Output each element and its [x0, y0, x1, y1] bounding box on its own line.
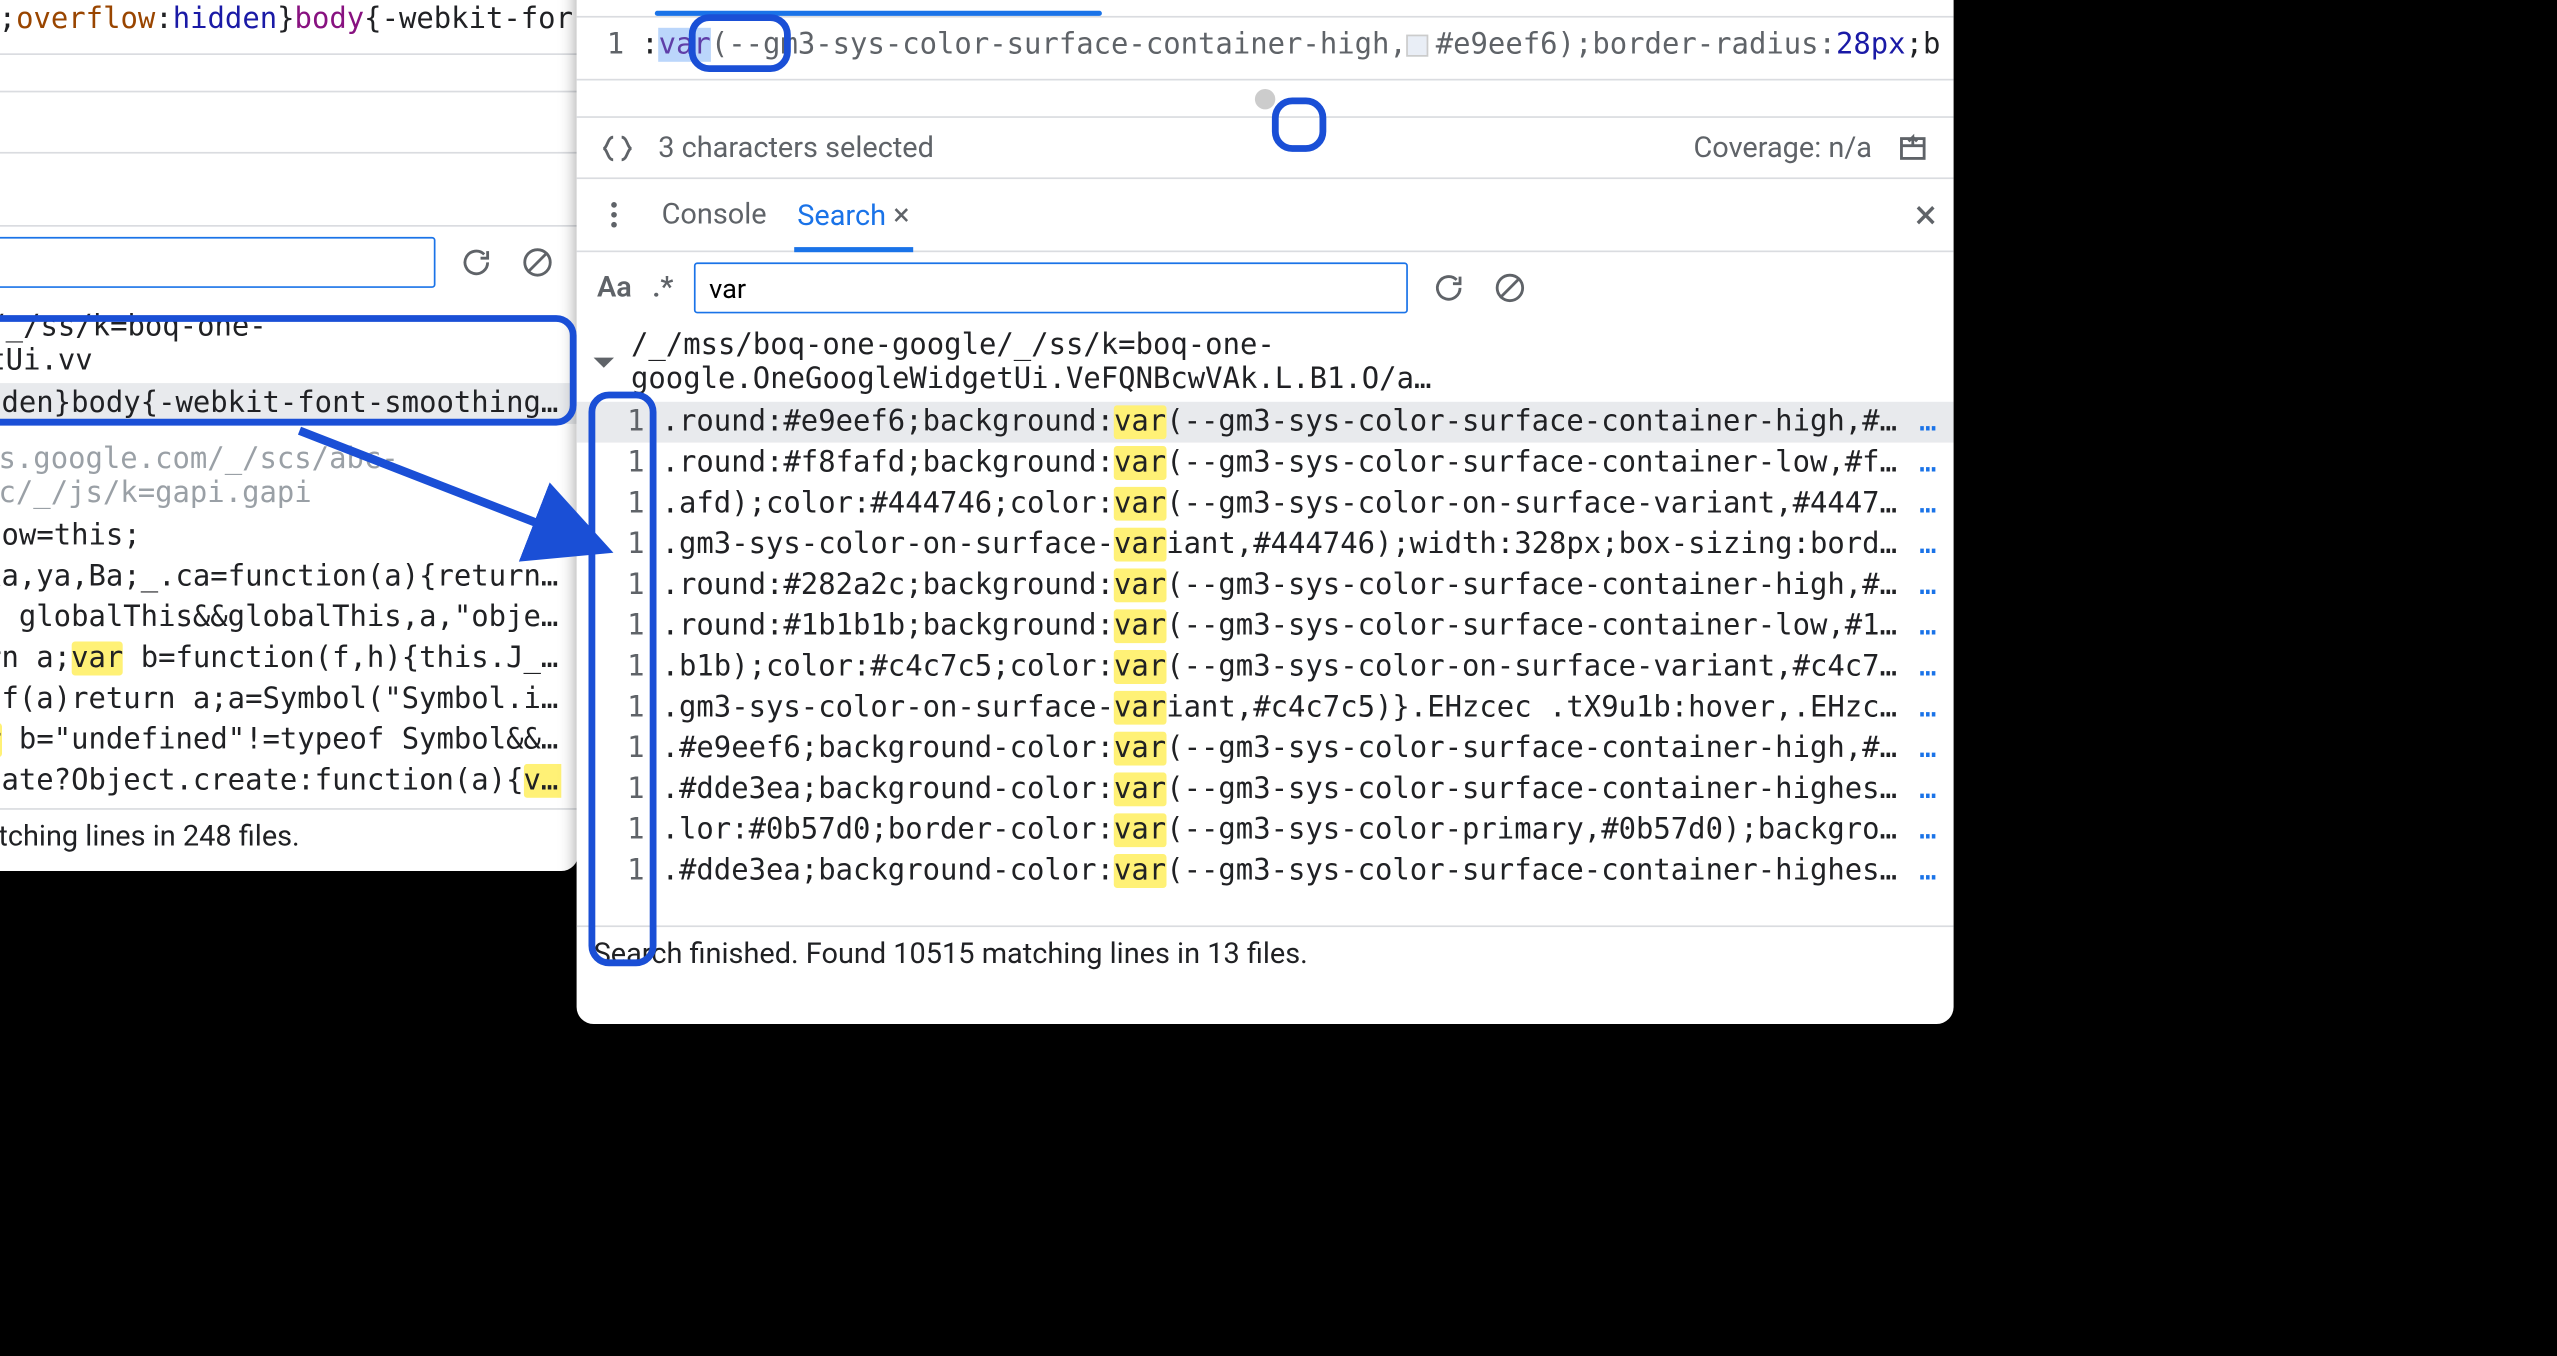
result-row[interactable]: 3…a=["object"==typeof globalThis&&global…: [0, 597, 578, 638]
search-results: /_/mss/boq-one-google/_/ss/k=boq-one-goo…: [577, 324, 1954, 926]
search-controls: Aa .*: [577, 252, 1954, 323]
drawer-tab-search[interactable]: Search ×: [794, 180, 913, 250]
result-row[interactable]: 4…ction(a){if(a)return a;var b=function(…: [0, 638, 578, 679]
search-footer: Search finished. Found 10515 matching li…: [577, 925, 1954, 981]
code-line: html,body{height:100%;overflow:hidden}bo…: [0, 0, 578, 40]
result-row[interactable]: 1…unction(_){var window=this;: [0, 516, 578, 557]
breakpoint-dot[interactable]: [1255, 88, 1275, 108]
coverage-status: Coverage: n/a: [1694, 131, 1873, 165]
result-row[interactable]: 1…t:100%;overflow:hidden}body{-webkit-fo…: [0, 383, 578, 424]
disclosure-icon: [594, 358, 614, 368]
file-tab[interactable]: /_/mss/boq-one-…uthview,_b,_tp ×: [655, 0, 1102, 14]
result-row[interactable]: 1.#e9eef6;background-color:var(--gm3-sys…: [577, 728, 1954, 769]
search-footer: Search finished. Found 5620 matching lin…: [0, 808, 578, 864]
result-row[interactable]: 5…ator",function(a){if(a)return a;a=Symb…: [0, 679, 578, 720]
result-row[interactable]: 2var ia,ja,la,sa,ta,xa,ya,Ba;_.ca=functi…: [0, 557, 578, 598]
result-row[interactable]: 6_.ua=function(a){var b="undefined"!=typ…: [0, 720, 578, 761]
result-file-header[interactable]: /_/mss/boq-one-google/_/ss/k=boq-one-goo…: [577, 324, 1954, 402]
breakpoint-lane: [577, 79, 1954, 116]
result-row[interactable]: 1.b1b);color:#c4c7c5;color:var(--gm3-sys…: [577, 647, 1954, 688]
result-row[interactable]: 1.afd);color:#444746;color:var(--gm3-sys…: [577, 483, 1954, 524]
line-number: 1: [577, 24, 642, 65]
editor-status: Line 1, Column 6645: [0, 91, 578, 152]
code-editor[interactable]: 1 :var(--gm3-sys-color-surface-container…: [577, 18, 1954, 79]
clear-icon[interactable]: [517, 242, 558, 283]
close-drawer-tab-icon[interactable]: ×: [893, 197, 909, 233]
regex-toggle[interactable]: .*: [652, 271, 673, 305]
editor-status: 3 characters selected Coverage: n/a: [577, 116, 1954, 177]
clear-icon[interactable]: [1489, 268, 1530, 309]
format-icon[interactable]: [597, 127, 638, 168]
drawer-tabs: Console Search × ×: [577, 177, 1954, 252]
breakpoint-lane: [0, 53, 578, 90]
search-controls: Aa .*: [0, 227, 578, 298]
result-row[interactable]: 1.#dde3ea;background-color:var(--gm3-sys…: [577, 769, 1954, 810]
search-input[interactable]: [0, 237, 436, 288]
drawer-menu-icon[interactable]: [594, 194, 635, 235]
close-drawer-icon[interactable]: ×: [1915, 191, 1937, 239]
drawer-tabs: Console Search ×: [0, 152, 578, 227]
result-row[interactable]: 1.#dde3ea;background-color:var(--gm3-sys…: [577, 851, 1954, 892]
result-row[interactable]: 1.gm3-sys-color-on-surface-variant,#c4c7…: [577, 687, 1954, 728]
file-tabs: /_/mss/boq-one-…uthview,_b,_tp ×: [577, 0, 1954, 18]
result-row[interactable]: 1.round:#282a2c;background:var(--gm3-sys…: [577, 565, 1954, 606]
result-row[interactable]: 1.round:#f8fafd;background:var(--gm3-sys…: [577, 443, 1954, 484]
refresh-icon[interactable]: [1428, 268, 1469, 309]
result-row[interactable]: 1.round:#e9eef6;background:var(--gm3-sys…: [577, 402, 1954, 443]
match-case-toggle[interactable]: Aa: [597, 271, 632, 305]
search-results: /_/mss/boq-one-google/_/ss/k=boq-one-goo…: [0, 298, 578, 808]
result-row[interactable]: 7…==typeof Object.create?Object.create:f…: [0, 761, 578, 802]
result-row[interactable]: 1.gm3-sys-color-on-surface-variant,#4447…: [577, 524, 1954, 565]
code-line: :var(--gm3-sys-color-surface-container-h…: [641, 24, 1953, 65]
selection-status: 3 characters selected: [658, 131, 934, 165]
result-file-header[interactable]: /_/mss/boq-one-google/_/ss/k=boq-one-goo…: [0, 305, 578, 383]
search-input[interactable]: [694, 262, 1408, 313]
code-editor[interactable]: 1 html,body{height:100%;overflow:hidden}…: [0, 0, 578, 53]
refresh-icon[interactable]: [456, 242, 497, 283]
result-row[interactable]: 1.lor:#0b57d0;border-color:var(--gm3-sys…: [577, 810, 1954, 851]
result-file-header[interactable]: cb=gapi.loaded_0 — apis.google.com/_/scs…: [0, 438, 578, 516]
coverage-icon[interactable]: [1892, 127, 1933, 168]
result-row[interactable]: 1.round:#1b1b1b;background:var(--gm3-sys…: [577, 606, 1954, 647]
drawer-tab-console[interactable]: Console: [658, 181, 770, 249]
